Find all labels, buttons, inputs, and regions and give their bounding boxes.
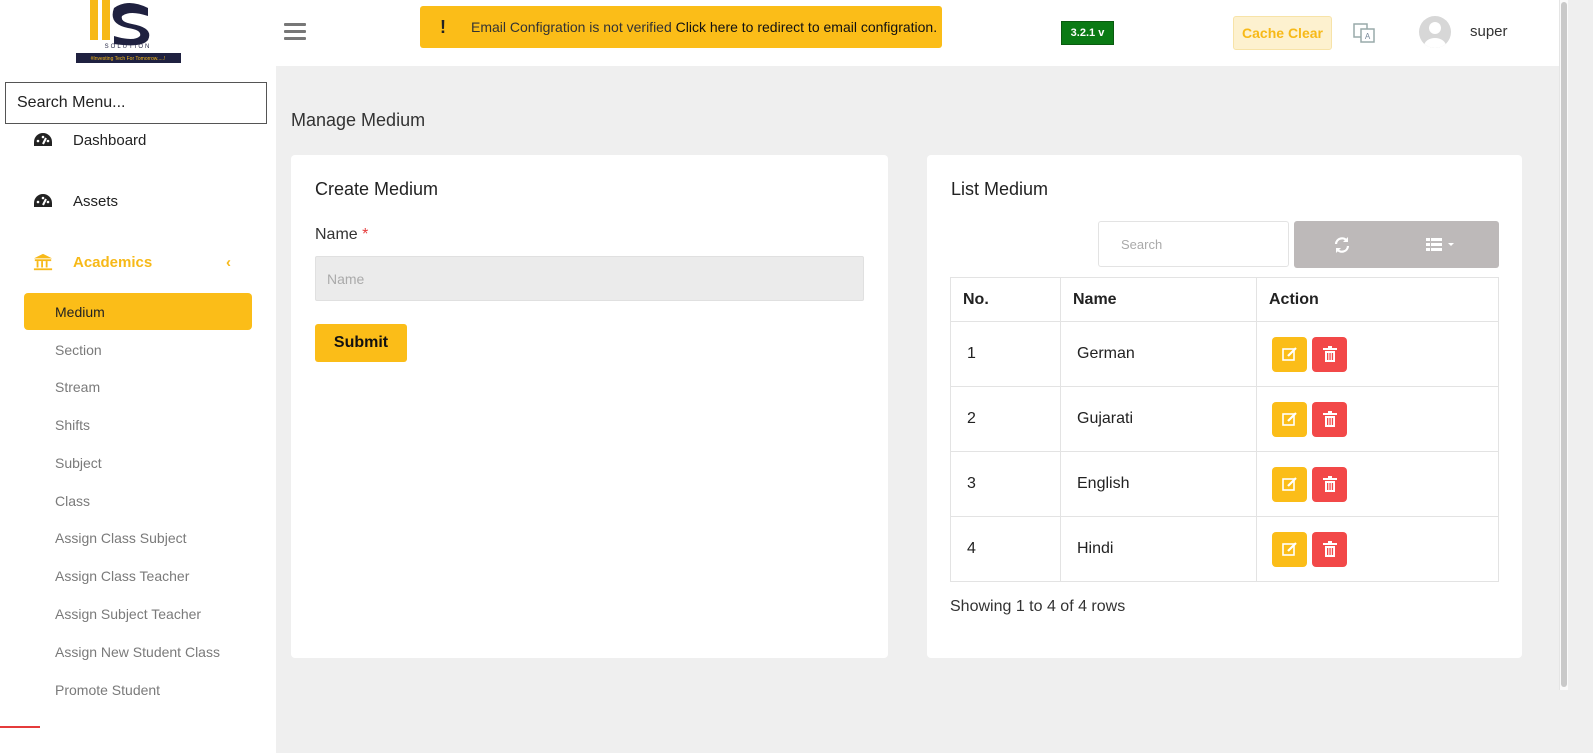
create-medium-card: Create Medium Name * Name Submit (291, 155, 888, 658)
trash-icon (1322, 476, 1337, 492)
refresh-icon[interactable] (1333, 236, 1351, 254)
row-no: 4 (950, 516, 1061, 582)
pagination-summary: Showing 1 to 4 of 4 rows (950, 598, 1126, 615)
hamburger-menu-icon[interactable] (284, 23, 306, 41)
sidebar-subitem-shifts[interactable]: Shifts (55, 417, 90, 433)
dashboard-icon (33, 130, 53, 150)
search-menu-input[interactable]: Search Menu... (5, 82, 267, 124)
cache-clear-button[interactable]: Cache Clear (1233, 16, 1332, 50)
trash-icon (1322, 541, 1337, 557)
name-label: Name * (315, 226, 369, 243)
sidebar: SOLUTION #Investing Tech For Tomorrow...… (0, 0, 276, 753)
trash-icon (1322, 346, 1337, 362)
column-header-name[interactable]: Name (1060, 277, 1257, 322)
chevron-left-icon: ‹ (226, 253, 231, 271)
svg-text:A: A (1365, 32, 1371, 41)
language-translate-icon[interactable]: A (1353, 22, 1375, 44)
row-actions (1256, 321, 1499, 387)
delete-button[interactable] (1312, 466, 1347, 502)
edit-button[interactable] (1272, 531, 1307, 567)
university-icon (33, 252, 53, 272)
column-header-action: Action (1256, 277, 1499, 322)
submit-button[interactable]: Submit (315, 324, 407, 362)
email-config-link[interactable]: Click here to redirect to email configra… (676, 19, 937, 35)
table-search-input[interactable]: Search (1098, 221, 1289, 267)
edit-icon (1281, 412, 1297, 426)
edit-button[interactable] (1272, 336, 1307, 372)
row-no: 1 (950, 321, 1061, 387)
card-title: List Medium (951, 179, 1049, 199)
list-medium-card: List Medium Search No. Name Action 1 Ger… (927, 155, 1522, 658)
page-title: Manage Medium (291, 110, 426, 130)
sidebar-subitem-medium[interactable]: Medium (24, 293, 252, 330)
sidebar-item-academics[interactable]: Academics ‹ (0, 250, 276, 274)
sidebar-item-label: Academics (73, 253, 153, 271)
name-input[interactable]: Name (315, 256, 864, 301)
svg-text:#Investing Tech For Tomorrow..: #Investing Tech For Tomorrow.....! (91, 56, 166, 62)
sidebar-item-label: Dashboard (73, 131, 147, 149)
dashboard-icon (33, 191, 53, 211)
sidebar-subitem-assign-class-teacher[interactable]: Assign Class Teacher (55, 568, 189, 584)
brand-logo[interactable]: SOLUTION #Investing Tech For Tomorrow...… (76, 0, 181, 64)
table-row: 4 Hindi (950, 516, 1499, 582)
edit-button[interactable] (1272, 401, 1307, 437)
row-name: English (1060, 451, 1257, 517)
delete-button[interactable] (1312, 531, 1347, 567)
card-title: Create Medium (315, 179, 439, 199)
column-header-no[interactable]: No. (950, 277, 1061, 322)
row-name: German (1060, 321, 1257, 387)
row-actions (1256, 386, 1499, 452)
row-no: 2 (950, 386, 1061, 452)
edit-icon (1281, 477, 1297, 491)
sidebar-subitem-subject[interactable]: Subject (55, 455, 102, 471)
row-actions (1256, 516, 1499, 582)
sidebar-subitem-assign-new-student-class[interactable]: Assign New Student Class (55, 644, 220, 660)
row-name: Gujarati (1060, 386, 1257, 452)
required-mark: * (362, 226, 369, 243)
alert-text: Email Configration is not verified (471, 19, 672, 35)
delete-button[interactable] (1312, 401, 1347, 437)
edit-icon (1281, 347, 1297, 361)
table-header-row: No. Name Action (950, 277, 1499, 322)
email-config-alert: ! Email Configration is not verified Cli… (420, 6, 942, 48)
sidebar-item-dashboard[interactable]: Dashboard (0, 128, 276, 152)
sidebar-subitem-label: Medium (55, 304, 105, 320)
table-row: 3 English (950, 451, 1499, 517)
username[interactable]: super (1470, 23, 1508, 40)
avatar[interactable] (1419, 16, 1451, 48)
edit-icon (1281, 542, 1297, 556)
sidebar-subitem-stream[interactable]: Stream (55, 379, 100, 395)
exclamation-icon: ! (440, 16, 446, 37)
table-row: 2 Gujarati (950, 386, 1499, 452)
svg-text:SOLUTION: SOLUTION (105, 44, 152, 50)
trash-icon (1322, 411, 1337, 427)
sidebar-subitem-promote-student[interactable]: Promote Student (55, 682, 160, 698)
sidebar-subitem-assign-class-subject[interactable]: Assign Class Subject (55, 530, 187, 546)
version-badge: 3.2.1 v (1061, 21, 1114, 45)
row-name: Hindi (1060, 516, 1257, 582)
footer-icon (0, 726, 40, 753)
sidebar-item-label: Assets (73, 192, 119, 210)
sidebar-subitem-class[interactable]: Class (55, 493, 90, 509)
scrollbar-thumb[interactable] (1561, 2, 1567, 687)
delete-button[interactable] (1312, 336, 1347, 372)
table-toolbar (1294, 221, 1499, 268)
sidebar-subitem-section[interactable]: Section (55, 342, 102, 358)
table-row: 1 German (950, 321, 1499, 387)
columns-toggle-icon[interactable] (1426, 237, 1460, 253)
sidebar-item-assets[interactable]: Assets (0, 189, 276, 213)
row-no: 3 (950, 451, 1061, 517)
sidebar-subitem-assign-subject-teacher[interactable]: Assign Subject Teacher (55, 606, 201, 622)
edit-button[interactable] (1272, 466, 1307, 502)
medium-table: No. Name Action 1 German 2 Gujarati 3 En… (950, 277, 1499, 582)
row-actions (1256, 451, 1499, 517)
